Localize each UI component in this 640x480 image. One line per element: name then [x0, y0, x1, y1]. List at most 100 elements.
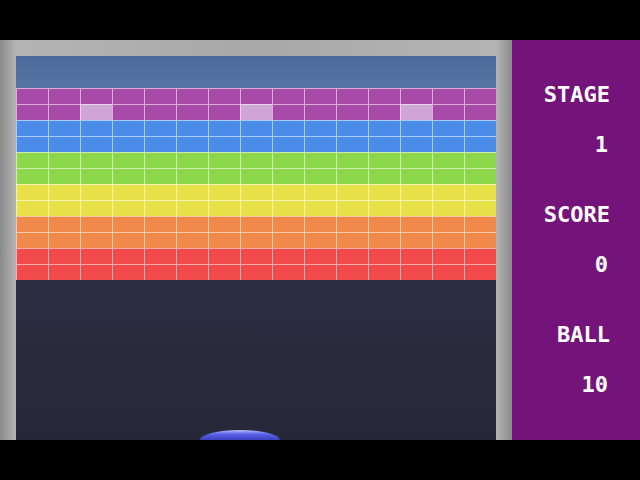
brick	[240, 184, 272, 200]
brick	[80, 232, 112, 248]
brick	[272, 152, 304, 168]
brick	[432, 216, 464, 232]
brick	[176, 120, 208, 136]
stat-value: 0	[595, 252, 610, 278]
brick	[176, 88, 208, 104]
brick	[304, 184, 336, 200]
brick	[400, 248, 432, 264]
brick	[336, 120, 368, 136]
brick	[272, 184, 304, 200]
brick	[240, 168, 272, 184]
brick	[48, 264, 80, 280]
brick	[176, 168, 208, 184]
brick	[464, 120, 496, 136]
brick	[112, 120, 144, 136]
brick	[432, 200, 464, 216]
brick	[80, 216, 112, 232]
brick	[208, 152, 240, 168]
brick	[112, 216, 144, 232]
brick	[464, 200, 496, 216]
brick	[368, 120, 400, 136]
brick	[80, 136, 112, 152]
brick-wall	[16, 88, 496, 280]
brick	[336, 152, 368, 168]
brick	[400, 136, 432, 152]
brick	[16, 136, 48, 152]
brick	[208, 248, 240, 264]
brick	[80, 248, 112, 264]
brick	[272, 136, 304, 152]
bottom-letterbox	[0, 440, 640, 480]
brick	[176, 104, 208, 120]
brick	[144, 264, 176, 280]
brick	[400, 264, 432, 280]
brick	[464, 184, 496, 200]
brick	[48, 216, 80, 232]
brick	[112, 104, 144, 120]
brick	[240, 232, 272, 248]
brick	[176, 232, 208, 248]
brick	[464, 216, 496, 232]
brick	[432, 136, 464, 152]
brick	[240, 136, 272, 152]
brick	[368, 152, 400, 168]
brick	[400, 216, 432, 232]
brick	[464, 152, 496, 168]
brick	[144, 152, 176, 168]
brick	[432, 264, 464, 280]
brick	[240, 216, 272, 232]
brick	[176, 136, 208, 152]
brick	[80, 152, 112, 168]
brick	[336, 104, 368, 120]
brick	[464, 104, 496, 120]
brick	[336, 136, 368, 152]
brick	[48, 184, 80, 200]
brick	[240, 120, 272, 136]
brick	[208, 184, 240, 200]
brick	[208, 168, 240, 184]
brick	[368, 104, 400, 120]
brick	[16, 184, 48, 200]
brick	[368, 168, 400, 184]
brick	[272, 120, 304, 136]
brick	[304, 104, 336, 120]
brick	[144, 136, 176, 152]
brick	[240, 104, 272, 120]
brick	[272, 264, 304, 280]
brick	[208, 104, 240, 120]
brick	[272, 232, 304, 248]
brick	[144, 248, 176, 264]
paddle[interactable]	[200, 430, 280, 440]
stat-label: SCORE	[544, 202, 610, 228]
brick	[400, 104, 432, 120]
brick	[112, 136, 144, 152]
brick	[464, 248, 496, 264]
brick	[432, 152, 464, 168]
brick	[176, 216, 208, 232]
brick	[368, 216, 400, 232]
brick	[400, 120, 432, 136]
brick	[176, 264, 208, 280]
status-panel: STAGE1SCORE0BALL10	[512, 40, 640, 440]
brick	[336, 232, 368, 248]
brick	[336, 184, 368, 200]
stat-group: SCORE 0	[544, 202, 610, 278]
brick	[208, 232, 240, 248]
brick	[368, 136, 400, 152]
brick	[464, 232, 496, 248]
brick	[272, 248, 304, 264]
brick	[304, 120, 336, 136]
brick	[16, 232, 48, 248]
brick	[208, 120, 240, 136]
brick	[304, 264, 336, 280]
brick	[16, 152, 48, 168]
brick	[240, 248, 272, 264]
brick	[48, 136, 80, 152]
game-area: STAGE1SCORE0BALL10	[0, 40, 640, 440]
brick	[368, 200, 400, 216]
brick	[80, 264, 112, 280]
brick	[48, 88, 80, 104]
stat-group: BALL10	[557, 322, 610, 398]
brick	[16, 264, 48, 280]
brick	[464, 264, 496, 280]
